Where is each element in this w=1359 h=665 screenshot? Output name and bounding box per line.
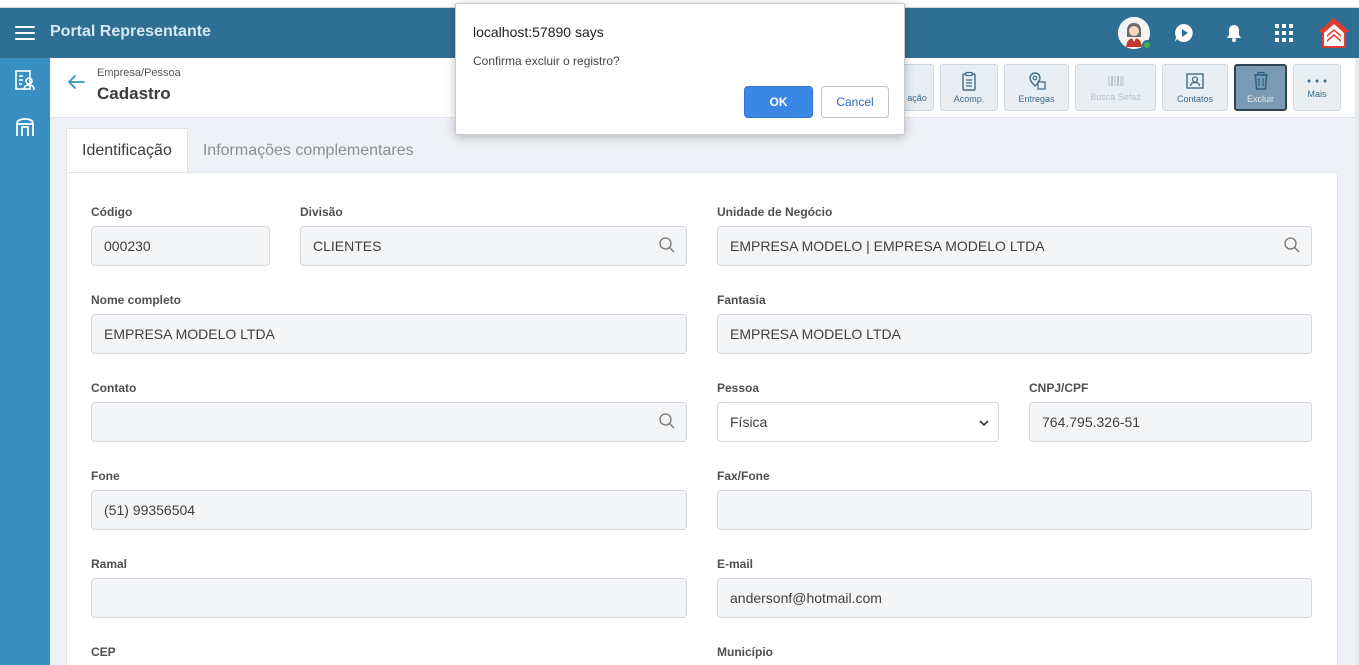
tab-identificacao[interactable]: Identificação bbox=[66, 128, 188, 173]
cnpj-field[interactable]: 764.795.326-51 bbox=[1029, 402, 1312, 442]
company-logo bbox=[1309, 8, 1359, 58]
divisao-label: Divisão bbox=[300, 205, 343, 219]
header-actions bbox=[1109, 8, 1359, 58]
bell-icon bbox=[1227, 25, 1241, 42]
user-avatar-button[interactable] bbox=[1109, 8, 1159, 58]
toolbar-label: Contatos bbox=[1176, 94, 1214, 104]
nome-label: Nome completo bbox=[91, 293, 182, 307]
email-label: E-mail bbox=[717, 557, 754, 571]
fantasia-label: Fantasia bbox=[717, 293, 766, 307]
apps-button[interactable] bbox=[1259, 8, 1309, 58]
play-chat-icon bbox=[1175, 24, 1193, 42]
clipboard-icon bbox=[962, 71, 976, 91]
dialog-message: Confirma excluir o registro? bbox=[473, 54, 620, 68]
divisao-field[interactable]: CLIENTES bbox=[300, 226, 687, 266]
form-tabs: Identificação Informações complementares bbox=[66, 128, 429, 173]
ramal-label: Ramal bbox=[91, 557, 128, 571]
search-icon[interactable] bbox=[658, 236, 676, 254]
action-toolbar: ação Acomp. Entregas Busca Sefaz Contato… bbox=[900, 64, 1341, 112]
pessoa-select[interactable]: Física bbox=[717, 402, 999, 442]
unidade-field[interactable]: EMPRESA MODELO | EMPRESA MODELO LTDA bbox=[717, 226, 1312, 266]
notifications-button[interactable] bbox=[1209, 8, 1259, 58]
pessoa-value: Física bbox=[730, 414, 768, 430]
fax-label: Fax/Fone bbox=[717, 469, 770, 483]
ok-button[interactable]: OK bbox=[744, 86, 813, 118]
toolbar-label: Entregas bbox=[1018, 94, 1055, 104]
toolbar-label: Busca Sefaz bbox=[1090, 92, 1141, 102]
cep-label: CEP bbox=[91, 645, 116, 659]
nome-value: EMPRESA MODELO LTDA bbox=[104, 326, 275, 342]
report-person-icon bbox=[15, 70, 35, 91]
toolbar-label: ação bbox=[907, 93, 927, 103]
toolbar-label: Mais bbox=[1307, 89, 1327, 99]
more-icon bbox=[1307, 79, 1327, 83]
nome-field[interactable]: EMPRESA MODELO LTDA bbox=[91, 314, 687, 354]
location-icon bbox=[1028, 72, 1046, 90]
pessoa-label: Pessoa bbox=[717, 381, 760, 395]
codigo-field[interactable]: 000230 bbox=[91, 226, 270, 266]
breadcrumb: Empresa/Pessoa bbox=[97, 67, 181, 79]
menu-icon[interactable] bbox=[0, 8, 50, 58]
email-value: andersonf@hotmail.com bbox=[730, 590, 882, 606]
app-title: Portal Representante bbox=[50, 23, 211, 40]
unidade-label: Unidade de Negócio bbox=[717, 205, 833, 219]
contatos-button[interactable]: Contatos bbox=[1162, 64, 1228, 111]
trash-icon bbox=[1253, 71, 1268, 90]
barcode-icon bbox=[1107, 76, 1123, 86]
fone-field[interactable]: (51) 99356504 bbox=[91, 490, 687, 530]
dialog-title: localhost:57890 says bbox=[473, 24, 604, 40]
busca-sefaz-button[interactable]: Busca Sefaz bbox=[1075, 64, 1156, 111]
toolbar-action-button[interactable]: ação bbox=[900, 64, 934, 111]
cnpj-value: 764.795.326-51 bbox=[1042, 414, 1141, 430]
ramal-field[interactable] bbox=[91, 578, 687, 618]
unidade-value: EMPRESA MODELO | EMPRESA MODELO LTDA bbox=[730, 238, 1045, 254]
contact-card-icon bbox=[1186, 73, 1204, 89]
email-field[interactable]: andersonf@hotmail.com bbox=[717, 578, 1312, 618]
storefront-icon bbox=[16, 118, 34, 136]
cancel-button[interactable]: Cancel bbox=[821, 86, 889, 118]
fone-label: Fone bbox=[91, 469, 120, 483]
page-title: Cadastro bbox=[97, 84, 171, 103]
back-arrow-icon[interactable] bbox=[64, 70, 88, 94]
avatar bbox=[1118, 17, 1152, 50]
codigo-label: Código bbox=[91, 205, 133, 219]
tab-informacoes-complementares[interactable]: Informações complementares bbox=[188, 128, 429, 173]
entregas-button[interactable]: Entregas bbox=[1004, 64, 1069, 111]
search-icon[interactable] bbox=[658, 412, 676, 430]
scrollbar-track[interactable] bbox=[1355, 58, 1359, 665]
codigo-value: 000230 bbox=[104, 238, 151, 254]
toolbar-label: Acomp. bbox=[953, 94, 985, 104]
grid-icon bbox=[1275, 24, 1293, 42]
excluir-button[interactable]: Excluir bbox=[1234, 64, 1287, 111]
confirm-dialog: localhost:57890 says Confirma excluir o … bbox=[455, 3, 905, 135]
contato-label: Contato bbox=[91, 381, 137, 395]
cnpj-label: CNPJ/CPF bbox=[1029, 381, 1089, 395]
fantasia-field[interactable]: EMPRESA MODELO LTDA bbox=[717, 314, 1312, 354]
play-button[interactable] bbox=[1159, 8, 1209, 58]
mais-button[interactable]: Mais bbox=[1293, 64, 1341, 111]
search-icon[interactable] bbox=[1283, 236, 1301, 254]
divisao-value: CLIENTES bbox=[313, 238, 382, 254]
toolbar-label: Excluir bbox=[1246, 94, 1274, 104]
chevron-down-icon bbox=[979, 420, 989, 427]
municipio-label: Município bbox=[717, 645, 773, 659]
house-logo-icon bbox=[1318, 18, 1350, 48]
acomp-button[interactable]: Acomp. bbox=[940, 64, 998, 111]
sidebar-item-store[interactable] bbox=[0, 102, 50, 152]
contato-field[interactable] bbox=[91, 402, 687, 442]
sidebar-item-reports[interactable] bbox=[0, 58, 50, 102]
fantasia-value: EMPRESA MODELO LTDA bbox=[730, 326, 901, 342]
left-sidebar bbox=[0, 58, 50, 665]
fone-value: (51) 99356504 bbox=[104, 502, 196, 518]
fax-field[interactable] bbox=[717, 490, 1312, 530]
online-status-dot bbox=[1142, 40, 1152, 50]
